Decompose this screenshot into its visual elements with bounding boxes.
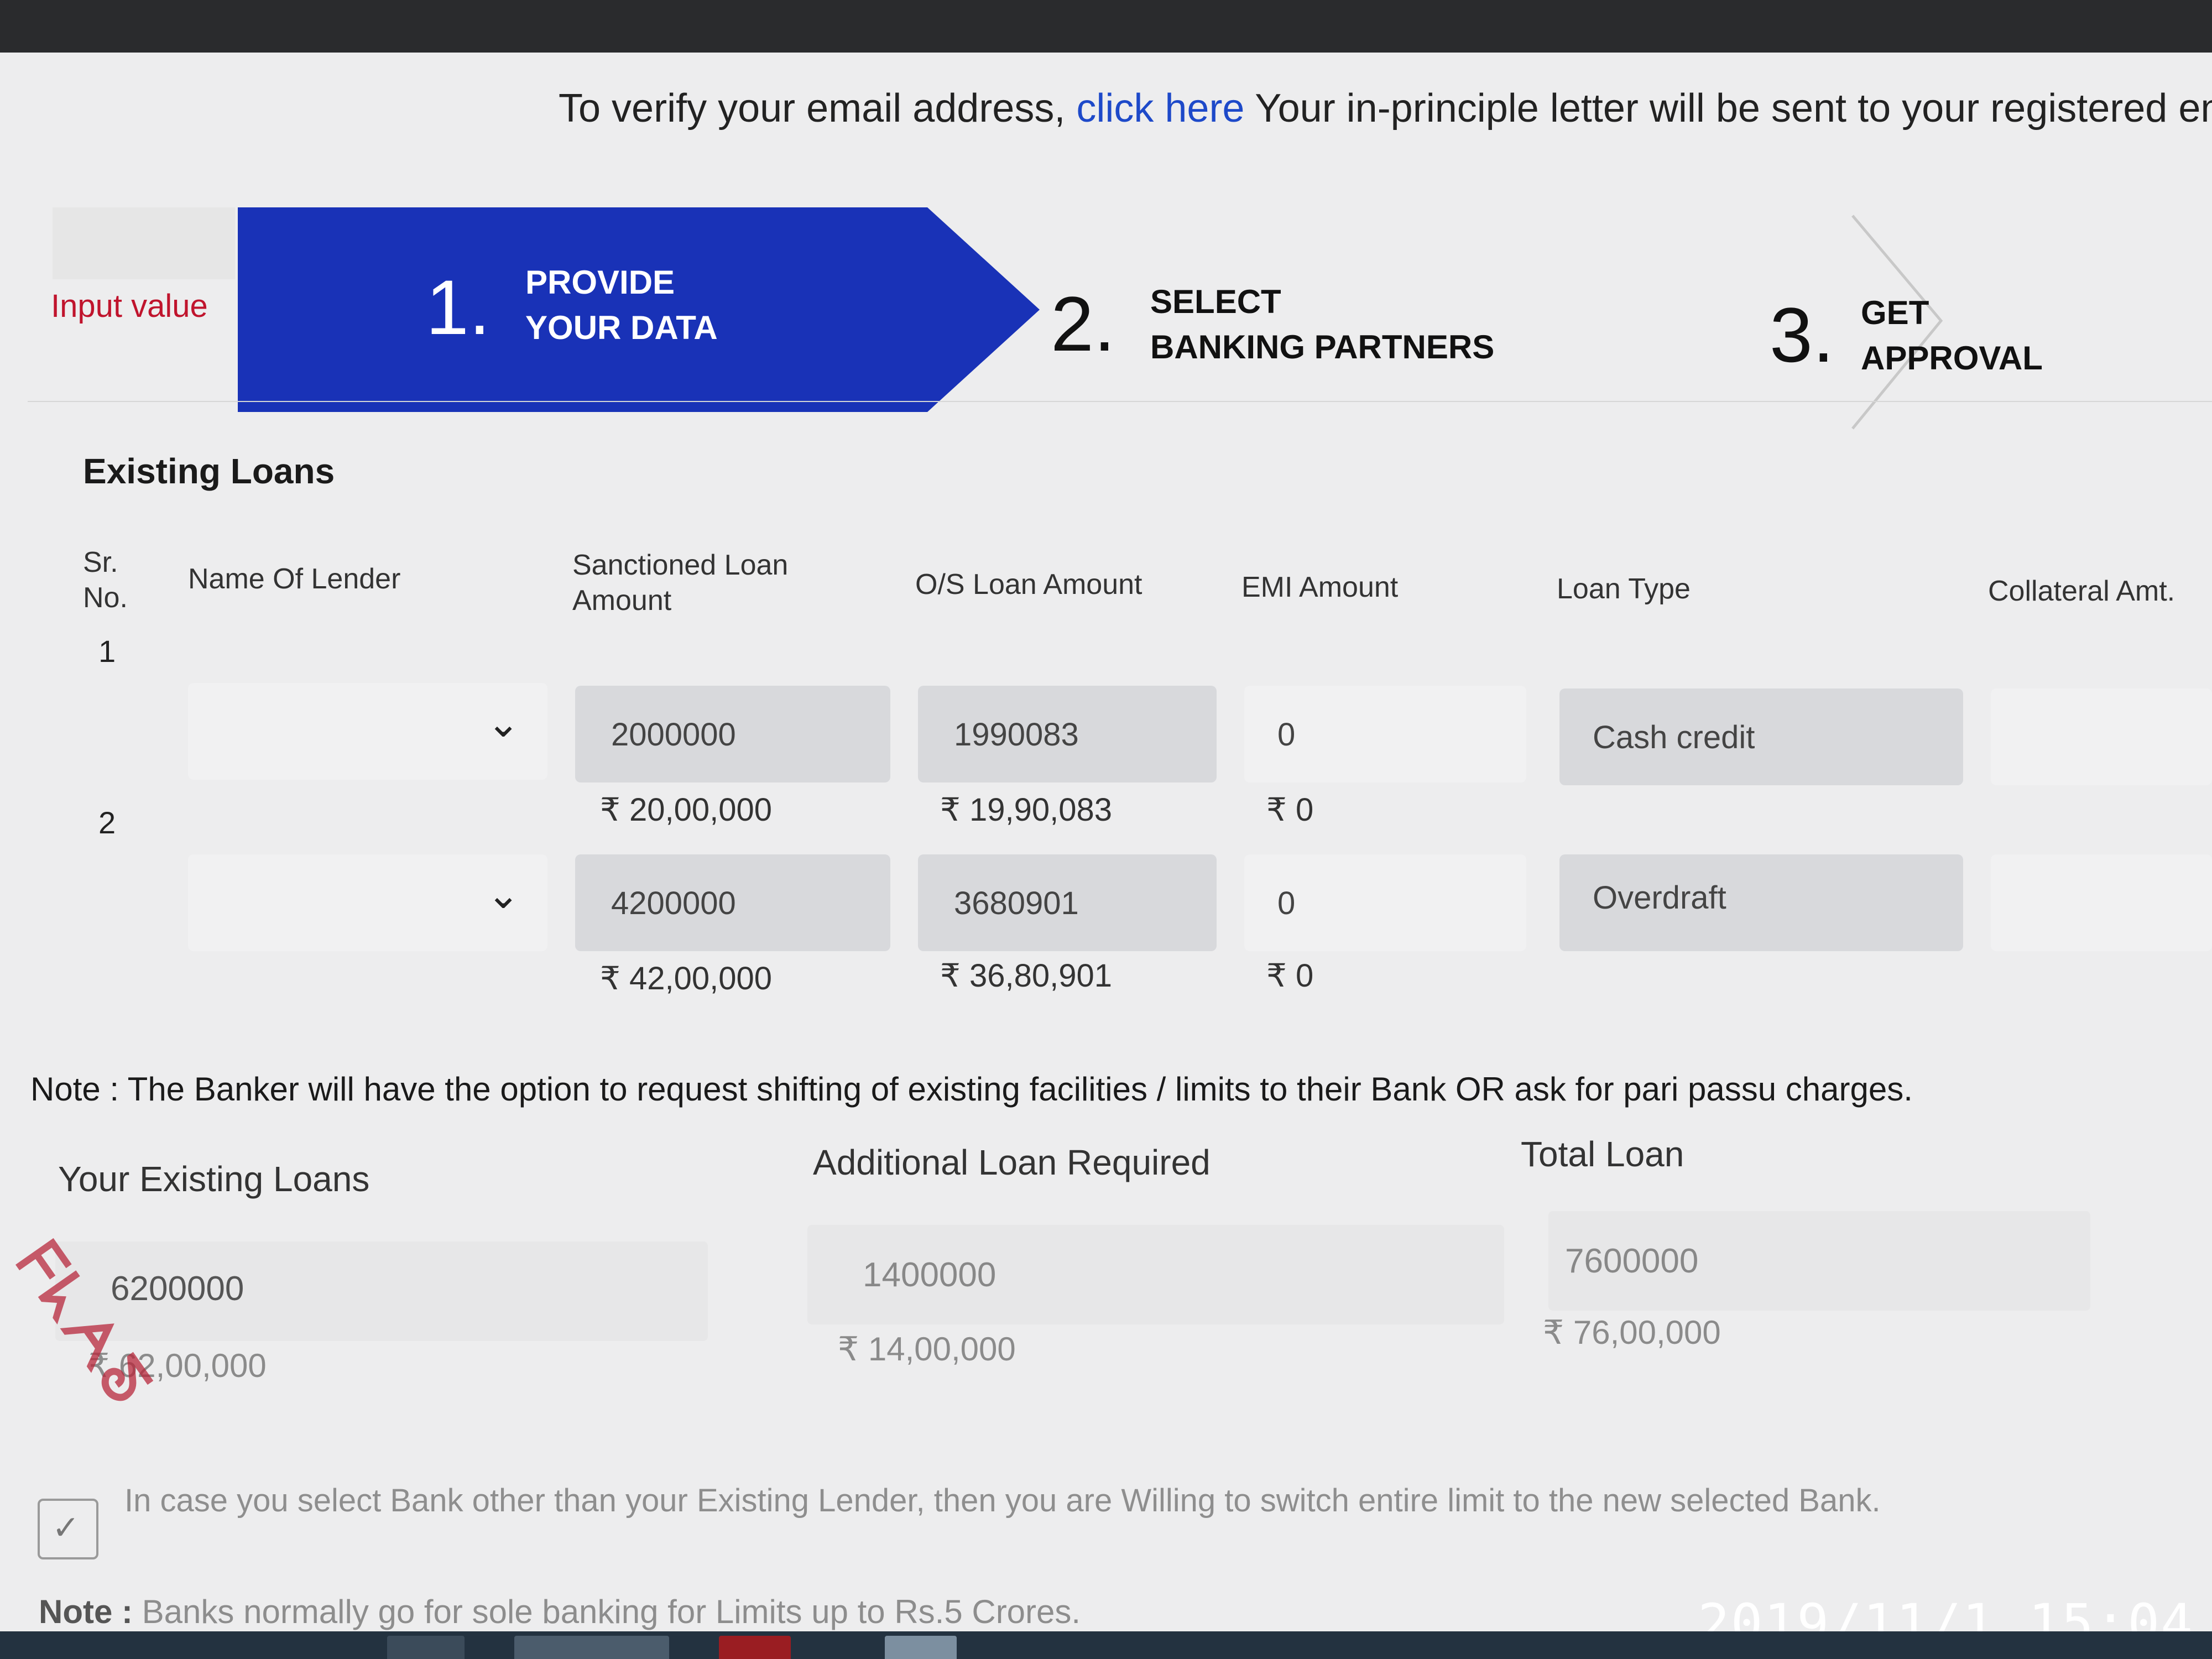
- emi-amount-formatted: ₹ 0: [1266, 958, 1314, 994]
- row-sr-no: 2: [98, 805, 116, 840]
- step-number: 2.: [1051, 280, 1115, 367]
- step-provide-data[interactable]: 1. PROVIDE YOUR DATA: [238, 207, 1040, 412]
- sanctioned-amount-formatted: ₹ 20,00,000: [600, 792, 773, 828]
- taskbar-file-icon[interactable]: [885, 1636, 957, 1659]
- step-label-line1: SELECT: [1150, 283, 1281, 320]
- selected-value: Cash credit: [1593, 719, 1755, 755]
- os-amount-formatted: ₹ 36,80,901: [940, 958, 1113, 994]
- click-here-link[interactable]: click here: [1076, 86, 1244, 131]
- additional-loan-formatted: ₹ 14,00,000: [838, 1331, 1016, 1368]
- emi-amount-input[interactable]: 0: [1244, 854, 1526, 951]
- step-label-line2: APPROVAL: [1861, 340, 2043, 377]
- additional-loan-label: Additional Loan Required: [813, 1142, 1211, 1182]
- switch-bank-consent-text: In case you select Bank other than your …: [124, 1483, 1881, 1519]
- checkmark-icon: ✓: [52, 1509, 80, 1546]
- step-label-line2: YOUR DATA: [525, 309, 718, 346]
- taskbar-browser-icon[interactable]: [514, 1636, 669, 1659]
- header-lender: Name Of Lender: [188, 563, 401, 595]
- note-text: Banks normally go for sole banking for L…: [142, 1593, 1081, 1630]
- input-value: 0: [1277, 717, 1296, 753]
- field-value: 1400000: [863, 1256, 997, 1294]
- chevron-down-icon: ⌄: [487, 701, 520, 745]
- header-sanctioned: Sanctioned Loan Amount: [572, 547, 788, 618]
- taskbar-opera-icon[interactable]: [719, 1636, 791, 1659]
- lender-select[interactable]: ⌄: [188, 854, 547, 951]
- input-value: 0: [1277, 885, 1296, 921]
- loan-type-select[interactable]: Overdraft: [1559, 854, 1963, 951]
- collateral-amount-input[interactable]: [1991, 688, 2212, 785]
- header-os-amount: O/S Loan Amount: [915, 568, 1142, 601]
- step-number: 3.: [1770, 291, 1834, 378]
- step-label: GET APPROVAL: [1861, 290, 2043, 381]
- input-value: 1990083: [954, 717, 1079, 753]
- os-amount-input[interactable]: 1990083: [918, 686, 1217, 782]
- header-sr-line2: No.: [83, 582, 128, 614]
- note-label: Note :: [39, 1593, 133, 1630]
- header-sanctioned-line2: Amount: [572, 585, 672, 617]
- row-sr-no: 1: [98, 634, 116, 669]
- total-loan-field: 7600000: [1548, 1211, 2090, 1311]
- existing-loans-total-field: 6200000: [55, 1241, 708, 1341]
- selected-value: Overdraft: [1593, 880, 1726, 916]
- emi-amount-formatted: ₹ 0: [1266, 792, 1314, 828]
- sanctioned-amount-input[interactable]: 4200000: [575, 854, 890, 951]
- existing-loans-title: Existing Loans: [83, 451, 335, 491]
- step-number: 1.: [426, 264, 491, 351]
- input-value-label: Input value: [51, 288, 208, 324]
- lender-select[interactable]: ⌄: [188, 683, 547, 780]
- switch-bank-checkbox[interactable]: ✓: [38, 1499, 98, 1559]
- banner-prefix: To verify your email address,: [559, 86, 1066, 131]
- step-label: SELECT BANKING PARTNERS: [1150, 279, 1494, 370]
- step-label-line1: GET: [1861, 294, 1929, 331]
- os-amount-formatted: ₹ 19,90,083: [940, 792, 1113, 828]
- taskbar-app-icon[interactable]: [387, 1636, 465, 1659]
- panel-divider: [28, 401, 2212, 402]
- step-label-line2: BANKING PARTNERS: [1150, 328, 1495, 366]
- camera-timestamp: 2019/11/1 15:04: [1698, 1593, 2194, 1631]
- field-value: 6200000: [111, 1270, 244, 1308]
- header-sr-no: Sr. No.: [83, 545, 128, 615]
- step-label: PROVIDE YOUR DATA: [525, 260, 718, 351]
- chevron-down-icon: ⌄: [487, 873, 520, 917]
- input-value: 4200000: [611, 885, 736, 921]
- header-sr-line1: Sr.: [83, 546, 118, 578]
- collateral-amount-input[interactable]: [1991, 854, 2212, 951]
- progress-stepper: 1. PROVIDE YOUR DATA 2. SELECT BANKING P…: [238, 207, 2212, 430]
- sole-banking-note: Note : Banks normally go for sole bankin…: [39, 1593, 1081, 1631]
- total-loan-label: Total Loan: [1521, 1134, 1684, 1174]
- monitor-bezel: [0, 0, 2212, 53]
- sanctioned-amount-input[interactable]: 2000000: [575, 686, 890, 782]
- input-value: 3680901: [954, 885, 1079, 921]
- total-loan-formatted: ₹ 76,00,000: [1543, 1314, 1721, 1351]
- additional-loan-field[interactable]: 1400000: [807, 1225, 1504, 1324]
- browser-viewport: To verify your email address, click here…: [0, 53, 2212, 1631]
- banner-suffix: Your in-principle letter will be sent to…: [1255, 86, 2212, 131]
- os-amount-input[interactable]: 3680901: [918, 854, 1217, 951]
- input-field[interactable]: [53, 207, 235, 279]
- email-verify-banner: To verify your email address, click here…: [559, 86, 2212, 131]
- header-sanctioned-line1: Sanctioned Loan: [572, 549, 789, 581]
- loan-type-select[interactable]: Cash credit: [1559, 688, 1963, 785]
- header-emi: EMI Amount: [1241, 571, 1399, 603]
- taskbar: [0, 1631, 2212, 1659]
- existing-loans-total-label: Your Existing Loans: [58, 1159, 370, 1199]
- step-label-line1: PROVIDE: [525, 264, 675, 301]
- input-value: 2000000: [611, 717, 736, 753]
- header-collateral: Collateral Amt.: [1988, 575, 2176, 607]
- sanctioned-amount-formatted: ₹ 42,00,000: [600, 961, 773, 997]
- header-loan-type: Loan Type: [1557, 573, 1691, 605]
- emi-amount-input[interactable]: 0: [1244, 686, 1526, 782]
- pari-passu-note: Note : The Banker will have the option t…: [30, 1071, 1913, 1108]
- field-value: 7600000: [1565, 1242, 1699, 1280]
